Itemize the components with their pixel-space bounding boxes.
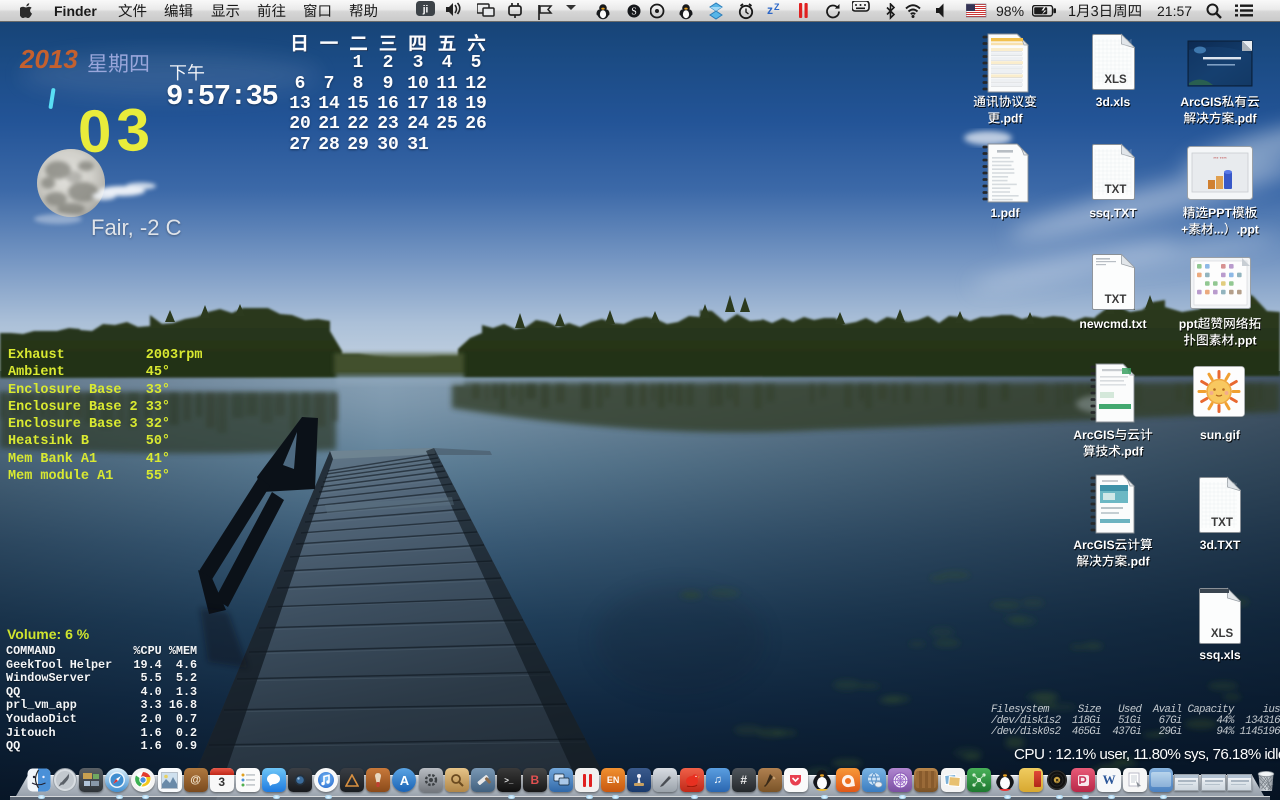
svg-text:Z: Z — [774, 2, 780, 12]
svg-text:z: z — [767, 3, 773, 17]
svg-text:*** ****: *** **** — [1213, 156, 1227, 161]
svg-text:XLS: XLS — [1211, 628, 1234, 640]
svg-text:♫: ♫ — [1055, 778, 1059, 784]
svg-text:XLS: XLS — [1104, 74, 1127, 86]
svg-text:ji: ji — [422, 5, 429, 16]
svg-text:TXT: TXT — [1211, 517, 1233, 529]
svg-text:S: S — [631, 7, 637, 18]
svg-text:TXT: TXT — [1105, 184, 1127, 196]
